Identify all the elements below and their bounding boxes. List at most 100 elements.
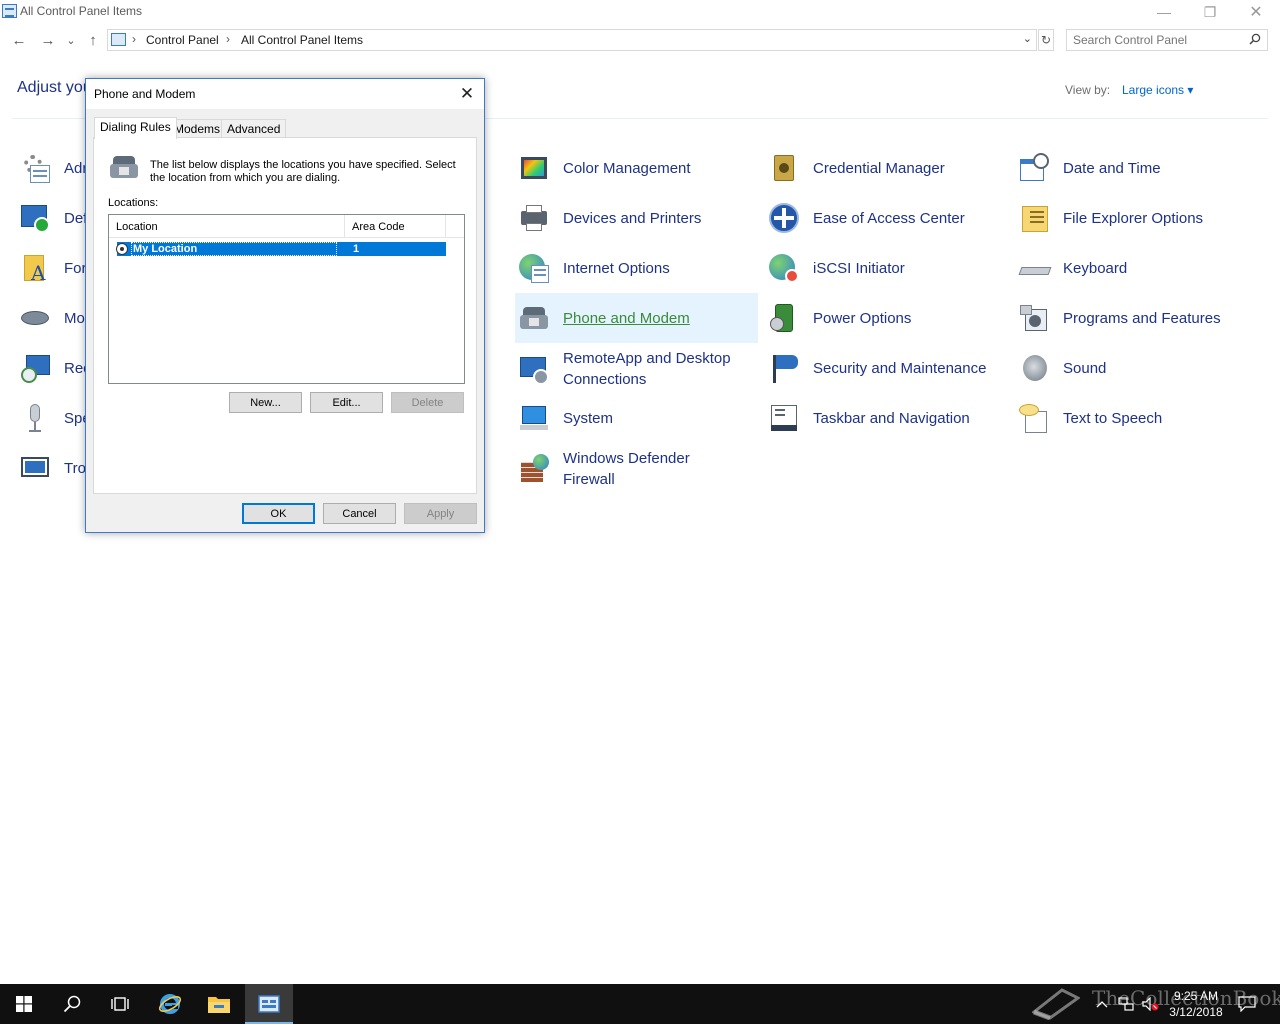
apply-button[interactable]: Apply [404, 503, 477, 524]
locations-list[interactable]: Location Area Code My Location 1 [108, 214, 465, 384]
network-tray-button[interactable] [1118, 984, 1134, 1024]
task-view-button[interactable] [96, 984, 144, 1024]
mouse-icon [18, 301, 52, 335]
internet-explorer-button[interactable] [146, 984, 194, 1024]
item-remoteapp[interactable]: RemoteApp and Desktop Connections [515, 343, 758, 395]
item-label-line: RemoteApp and Desktop [563, 350, 731, 367]
column-header-location[interactable]: Location [109, 215, 345, 238]
delete-location-button[interactable]: Delete [391, 392, 464, 413]
start-button[interactable] [0, 984, 48, 1024]
chevron-up-icon [1096, 1001, 1108, 1008]
notification-icon [1238, 996, 1256, 1012]
default-programs-icon [18, 201, 52, 235]
location-area-code: 1 [353, 243, 360, 255]
control-panel-icon [258, 995, 280, 1013]
item-windows-defender-firewall[interactable]: Windows Defender Firewall [515, 443, 758, 495]
item-recovery[interactable]: Rec [16, 343, 96, 393]
item-system[interactable]: System [515, 393, 758, 443]
dialog-close-button[interactable]: ✕ [450, 79, 484, 109]
new-location-button[interactable]: New... [229, 392, 302, 413]
maximize-button[interactable]: ❐ [1187, 0, 1233, 24]
action-center-button[interactable] [1238, 984, 1256, 1024]
search-button[interactable] [48, 984, 96, 1024]
item-date-and-time[interactable]: Date and Time [1015, 143, 1258, 193]
column-header-area-code[interactable]: Area Code [345, 215, 446, 238]
forward-button[interactable]: → [37, 28, 59, 52]
show-hidden-icons-button[interactable] [1096, 984, 1108, 1024]
folder-icon [208, 997, 230, 1013]
globe-icon [517, 251, 551, 285]
item-default-programs[interactable]: Def [16, 193, 96, 243]
item-programs-and-features[interactable]: Programs and Features [1015, 293, 1258, 343]
address-dropdown-button[interactable]: ⌄ [1023, 32, 1032, 45]
item-troubleshooting[interactable]: Tro [16, 443, 96, 493]
item-color-management[interactable]: Color Management [515, 143, 758, 193]
list-item[interactable]: My Location 1 [116, 242, 446, 256]
selected-location-radio[interactable] [116, 243, 128, 255]
item-label: Adr [64, 159, 88, 177]
control-panel-icon [2, 4, 17, 18]
item-taskbar-and-navigation[interactable]: Taskbar and Navigation [765, 393, 1008, 443]
item-power-options[interactable]: Power Options [765, 293, 1008, 343]
item-label: Programs and Features [1063, 309, 1221, 327]
back-button[interactable]: ← [8, 28, 30, 52]
system-icon [517, 401, 551, 435]
search-icon[interactable] [1249, 33, 1261, 45]
item-administrative-tools[interactable]: Adr [16, 143, 96, 193]
dialog-titlebar[interactable]: Phone and Modem ✕ [86, 79, 484, 109]
item-phone-and-modem[interactable]: Phone and Modem [515, 293, 758, 343]
item-security-and-maintenance[interactable]: Security and Maintenance [765, 343, 1008, 393]
close-button[interactable]: ✕ [1233, 0, 1279, 24]
tab-dialing-rules[interactable]: Dialing Rules [94, 117, 177, 139]
edit-location-button[interactable]: Edit... [310, 392, 383, 413]
search-icon [63, 995, 81, 1013]
breadcrumb-all-items[interactable]: All Control Panel Items [241, 33, 363, 47]
item-credential-manager[interactable]: Credential Manager [765, 143, 1008, 193]
item-ease-of-access[interactable]: Ease of Access Center [765, 193, 1008, 243]
up-button[interactable]: ↑ [82, 28, 104, 52]
item-label-line: Firewall [563, 471, 615, 488]
item-sound[interactable]: Sound [1015, 343, 1258, 393]
item-internet-options[interactable]: Internet Options [515, 243, 758, 293]
item-speech-recognition[interactable]: Spe [16, 393, 96, 443]
item-keyboard[interactable]: Keyboard [1015, 243, 1258, 293]
item-label: Internet Options [563, 259, 670, 277]
remoteapp-icon [517, 352, 551, 386]
item-label: Def [64, 209, 88, 227]
clock-time: 9:25 AM [1173, 989, 1219, 1003]
view-by-dropdown[interactable]: Large icons ▾ [1122, 83, 1193, 97]
book-watermark-icon [1032, 988, 1080, 1020]
recent-locations-button[interactable]: ⌄ [61, 28, 81, 52]
item-mouse[interactable]: Mo [16, 293, 96, 343]
folder-options-icon [1017, 201, 1051, 235]
item-label: Taskbar and Navigation [813, 409, 970, 427]
phone-icon [108, 154, 140, 180]
search-input[interactable] [1073, 33, 1243, 47]
page-heading: Adjust your computer's settings [17, 79, 87, 96]
cancel-button[interactable]: Cancel [323, 503, 396, 524]
minimize-button[interactable]: — [1141, 0, 1187, 24]
item-label: Color Management [563, 159, 691, 177]
ok-button[interactable]: OK [242, 503, 315, 524]
item-label: Date and Time [1063, 159, 1161, 177]
breadcrumb-control-panel[interactable]: Control Panel [146, 33, 219, 47]
item-file-explorer-options[interactable]: File Explorer Options [1015, 193, 1258, 243]
refresh-button[interactable]: ↻ [1038, 29, 1054, 51]
item-fonts[interactable]: A For [16, 243, 96, 293]
file-explorer-button[interactable] [195, 984, 243, 1024]
search-box[interactable] [1066, 29, 1268, 51]
breadcrumb-separator[interactable]: › [132, 32, 136, 46]
address-bar[interactable]: › Control Panel › All Control Panel Item… [107, 29, 1037, 51]
tab-advanced[interactable]: Advanced [221, 119, 287, 138]
view-by-label: View by: [1065, 83, 1111, 97]
taskbar-clock[interactable]: 9:25 AM 3/12/2018 [1160, 988, 1232, 1020]
credential-vault-icon [767, 151, 801, 185]
item-devices-and-printers[interactable]: Devices and Printers [515, 193, 758, 243]
item-text-to-speech[interactable]: Text to Speech [1015, 393, 1258, 443]
item-iscsi-initiator[interactable]: iSCSI Initiator [765, 243, 1008, 293]
volume-tray-button[interactable] [1142, 984, 1160, 1024]
location-name: My Location [133, 243, 198, 255]
breadcrumb-separator[interactable]: › [226, 32, 230, 46]
control-panel-taskbar-button[interactable] [245, 984, 293, 1024]
item-label-line: Connections [563, 371, 647, 388]
